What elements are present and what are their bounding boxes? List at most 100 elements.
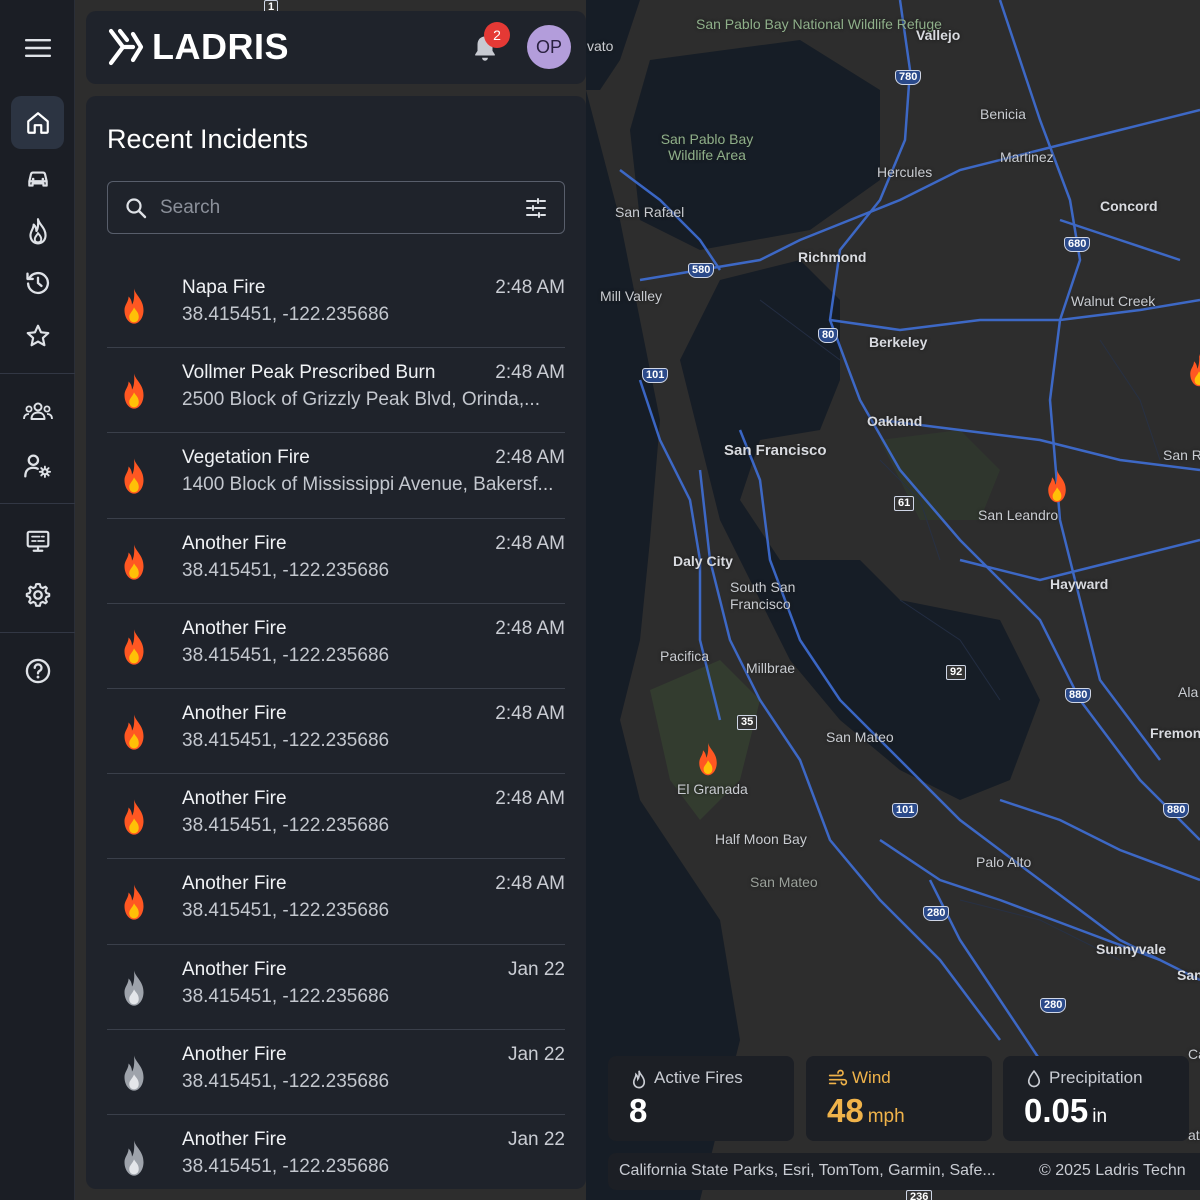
incident-row[interactable]: Another Fire 2:48 AM 38.415451, -122.23568…	[107, 774, 565, 860]
incident-title: Vollmer Peak Prescribed Burn	[182, 362, 436, 384]
incident-title: Another Fire	[182, 958, 287, 980]
incident-location: 38.415451, -122.235686	[182, 729, 390, 751]
incident-row[interactable]: Vollmer Peak Prescribed Burn 2:48 AM 2500 …	[107, 348, 565, 434]
ladris-logo-icon	[108, 28, 144, 66]
nav-divider	[0, 503, 75, 504]
incident-row[interactable]: Another Fire Jan 22 38.415451, -122.235686	[107, 945, 565, 1030]
map-label: San Leandro	[978, 507, 1059, 523]
panel-title: Recent Incidents	[107, 124, 309, 154]
incident-location: 38.415451, -122.235686	[182, 815, 390, 837]
fire-outline-icon	[28, 217, 47, 244]
nav-help[interactable]	[11, 644, 64, 697]
search-icon	[126, 198, 147, 219]
app-logo[interactable]: LADRIS	[106, 26, 289, 68]
map-attribution: California State Parks, Esri, TomTom, Ga…	[608, 1153, 1200, 1190]
map-label: Ca	[1188, 1046, 1200, 1062]
highway-shield: 280	[923, 906, 950, 921]
nav-favorites[interactable]	[11, 309, 64, 362]
incident-location: 38.415451, -122.235686	[182, 559, 390, 581]
search-input[interactable]	[160, 182, 510, 233]
active-fires-value: 8	[629, 1092, 648, 1129]
help-icon	[25, 658, 50, 683]
map-label: vato	[587, 38, 614, 54]
incident-time: 2:48 AM	[495, 277, 565, 298]
incident-row[interactable]: Napa Fire 2:48 AM 38.415451, -122.235686	[107, 263, 565, 349]
avatar[interactable]: OP	[527, 25, 571, 69]
nav-user-admin[interactable]	[11, 439, 64, 492]
highway-shield: 101	[892, 803, 919, 818]
stat-wind: Wind 48 mph	[806, 1056, 992, 1141]
highway-shield: 61	[894, 496, 915, 511]
precipitation-unit: in	[1092, 1106, 1108, 1127]
incidents-panel: Recent Incidents Napa Fire 2:48 AM 38.4154…	[86, 96, 586, 1189]
highway-shield: 580	[688, 263, 715, 278]
incident-time: Jan 22	[507, 958, 565, 980]
fire-inactive-icon	[124, 1140, 144, 1176]
incident-row[interactable]: Vegetation Fire 2:48 AM 1400 Block of Miss…	[107, 433, 565, 519]
nav-teams[interactable]	[11, 385, 64, 438]
map-label: Vallejo	[916, 27, 961, 43]
map-label: San Pablo Bay National Wildlife Refuge	[696, 16, 942, 32]
map-label: San Rafael	[615, 204, 685, 220]
map-label: San	[1177, 967, 1200, 983]
app-name: LADRIS	[152, 26, 289, 67]
map-fire-marker[interactable]	[1042, 468, 1072, 504]
incident-title: Another Fire	[182, 873, 287, 895]
fire-inactive-icon	[124, 969, 144, 1006]
incident-row[interactable]: Another Fire Jan 22 38.415451, -122.235686	[107, 1115, 565, 1189]
menu-button[interactable]	[11, 21, 64, 74]
incident-time: 2:48 AM	[495, 788, 565, 810]
incident-row[interactable]: Another Fire Jan 22 38.415451, -122.235686	[107, 1030, 565, 1115]
incident-title: Another Fire	[182, 617, 287, 639]
map-fire-marker[interactable]	[693, 741, 723, 777]
nav-divider	[0, 373, 75, 374]
hamburger-icon	[24, 38, 51, 57]
nav-rail	[0, 0, 75, 1200]
attribution-text[interactable]: California State Parks, Esri, TomTom, Ga…	[619, 1162, 996, 1180]
highway-shield: 780	[895, 70, 922, 85]
map-label: San Mateo	[826, 729, 894, 745]
highway-shield: 92	[946, 665, 967, 680]
incident-location: 38.415451, -122.235686	[182, 1155, 390, 1177]
fire-outline-icon	[632, 1070, 646, 1089]
app-header: LADRIS 2 OP	[86, 11, 586, 84]
map-label: South San Francisco	[730, 579, 796, 612]
incident-location: 1400 Block of Mississippi Avenue, Bakers…	[182, 474, 554, 496]
map-label: at	[1188, 1127, 1200, 1143]
fire-icon	[124, 288, 144, 324]
incident-row[interactable]: Another Fire 2:48 AM 38.415451, -122.23568…	[107, 689, 565, 775]
incident-time: 2:48 AM	[495, 873, 565, 895]
map-label: El Granada	[677, 781, 748, 797]
incident-row[interactable]: Another Fire 2:48 AM 38.415451, -122.23568…	[107, 604, 565, 689]
map-label: Martinez	[1000, 149, 1054, 165]
incident-row[interactable]: Another Fire 2:48 AM 38.415451, -122.23568…	[107, 519, 565, 604]
nav-vehicles[interactable]	[11, 151, 64, 204]
filter-icon[interactable]	[524, 196, 548, 220]
nav-home[interactable]	[11, 96, 64, 149]
nav-fires[interactable]	[11, 204, 64, 257]
home-icon	[26, 111, 49, 134]
nav-settings[interactable]	[11, 568, 64, 621]
map-label: Millbrae	[746, 660, 796, 676]
map-label: Fremon	[1150, 725, 1200, 741]
stat-value: 8	[629, 1092, 647, 1130]
search-box[interactable]	[107, 181, 565, 234]
monitor-icon	[26, 530, 49, 552]
incident-row[interactable]: Another Fire 2:48 AM 38.415451, -122.23568…	[107, 859, 565, 945]
nav-history[interactable]	[11, 256, 64, 309]
incident-time: 2:48 AM	[495, 702, 565, 724]
fire-icon	[124, 714, 144, 750]
incident-time: Jan 22	[507, 1128, 565, 1150]
map-label: San Francisco	[724, 442, 827, 459]
incident-title: Another Fire	[182, 532, 287, 554]
map-fire-marker[interactable]	[1184, 352, 1200, 388]
highway-shield: 880	[1163, 803, 1190, 818]
map-label: Richmond	[798, 249, 867, 265]
map-label: Hercules	[877, 164, 933, 180]
incident-time: 2:48 AM	[495, 532, 565, 554]
fire-icon	[124, 799, 144, 835]
incident-location: 38.415451, -122.235686	[182, 304, 390, 325]
map-label: San Mateo	[750, 874, 818, 890]
nav-monitor[interactable]	[11, 514, 64, 567]
incident-location: 38.415451, -122.235686	[182, 900, 390, 922]
